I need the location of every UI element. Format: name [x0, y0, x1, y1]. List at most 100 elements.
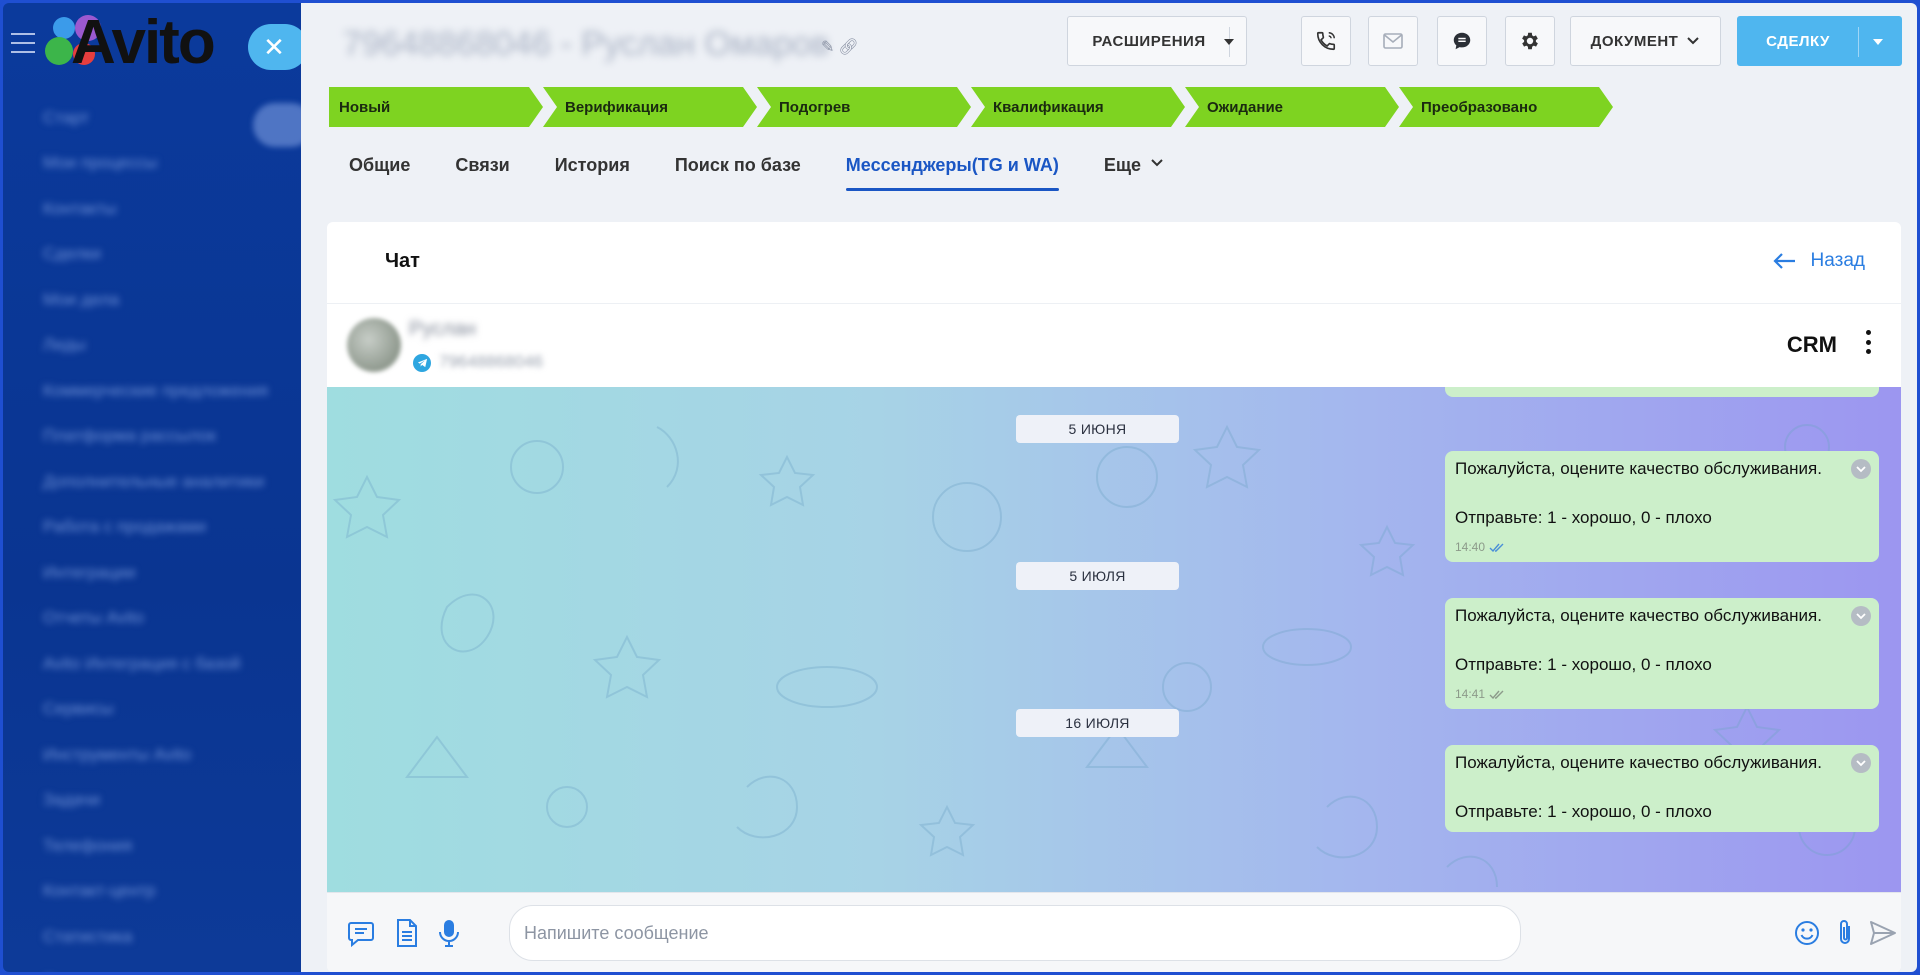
emoji-button[interactable] — [1791, 917, 1823, 949]
chevron-down-icon[interactable] — [1851, 753, 1871, 773]
message-input[interactable] — [509, 905, 1521, 961]
link-icon[interactable]: 🔗︎ — [838, 37, 858, 57]
tab-label: Еще — [1103, 155, 1142, 175]
phone-icon — [1316, 31, 1336, 51]
tab-item[interactable]: Связи — [455, 155, 509, 191]
sidebar-menu: Старт Мои процессы Контакты Сделки Мои дела Л… — [43, 95, 283, 972]
close-icon: ✕ — [263, 31, 285, 62]
chevron-down-icon[interactable] — [1851, 606, 1871, 626]
pipeline-stage[interactable]: Квалификация — [971, 87, 1185, 127]
sidebar-item[interactable]: Сделки — [43, 232, 283, 278]
mail-icon — [1383, 33, 1403, 49]
chat-panel: Чат Назад Руслан 79648868046 CRM 5 ИЮНЯ … — [327, 222, 1901, 972]
sidebar-item[interactable]: Мои дела — [43, 277, 283, 323]
sidebar-item[interactable]: Коммерческие предложения — [43, 368, 283, 414]
comment-icon — [348, 922, 374, 948]
tab-item[interactable]: Мессенджеры(TG и WA) — [845, 155, 1059, 191]
chat-header: Чат Назад — [327, 222, 1901, 304]
microphone-icon — [439, 920, 459, 947]
back-label: Назад — [1810, 250, 1865, 271]
extensions-label: РАСШИРЕНИЯ — [1092, 32, 1206, 50]
sidebar-item[interactable]: Отчеты Avito — [43, 596, 283, 642]
message-text: Пожалуйста, оцените качество обслуживани… — [1455, 606, 1822, 625]
sidebar-item[interactable]: Дополнительные аналитики — [43, 459, 283, 505]
kebab-icon[interactable] — [1865, 330, 1871, 354]
sidebar-item[interactable]: Работа с продажами — [43, 505, 283, 551]
chevron-down-icon — [1151, 159, 1163, 167]
tab-label: Связи — [455, 155, 510, 175]
template-button[interactable] — [345, 917, 377, 949]
back-button[interactable]: Назад — [1772, 250, 1865, 272]
pipeline-stage-label: Верификация — [565, 98, 668, 116]
pipeline-stage-label: Новый — [339, 98, 391, 116]
document-attach-button[interactable] — [391, 917, 423, 949]
chevron-down-icon[interactable] — [1224, 39, 1234, 45]
voice-button[interactable] — [433, 917, 465, 949]
document-icon — [397, 919, 417, 947]
pencil-icon[interactable]: ✎ — [821, 37, 834, 57]
message-bubble-partial[interactable] — [1445, 387, 1879, 397]
gear-icon — [1522, 32, 1538, 50]
pipeline-stage[interactable]: Ожидание — [1185, 87, 1399, 127]
sidebar-item[interactable]: Интеграции — [43, 550, 283, 596]
sidebar-item[interactable]: Старт — [43, 95, 283, 141]
sidebar-item[interactable]: Задачи — [43, 778, 283, 824]
contact-bar: Руслан 79648868046 CRM — [327, 304, 1901, 387]
message-time: 14:40 — [1455, 540, 1486, 554]
smile-icon — [1795, 921, 1819, 945]
date-separator: 5 ИЮЛЯ — [1016, 562, 1179, 590]
crm-label[interactable]: CRM — [1787, 332, 1837, 358]
message-meta: 14:41 — [1455, 687, 1869, 701]
sidebar-item[interactable]: Телефония — [43, 823, 283, 869]
attach-button[interactable] — [1829, 917, 1861, 949]
settings-button[interactable] — [1505, 16, 1555, 66]
sidebar-item[interactable]: Инструменты Avito — [43, 732, 283, 778]
chevron-down-icon[interactable] — [1851, 459, 1871, 479]
hamburger-icon[interactable] — [11, 33, 35, 53]
tab-item[interactable]: Общие — [349, 155, 410, 191]
sidebar-item[interactable]: Права доступа — [43, 960, 283, 973]
sidebar-item[interactable]: Контакт-центр — [43, 869, 283, 915]
tab-label: Общие — [349, 155, 411, 175]
message-bubble[interactable]: Пожалуйста, оцените качество обслуживани… — [1445, 745, 1879, 832]
date-separator: 16 ИЮЛЯ — [1016, 709, 1179, 737]
message-area[interactable]: 5 ИЮНЯ Пожалуйста, оцените качество обсл… — [327, 387, 1901, 892]
chat-button[interactable] — [1437, 16, 1487, 66]
message-meta: 14:40 — [1455, 540, 1869, 554]
title-actions: ✎ 🔗︎ — [821, 37, 859, 57]
deal-button[interactable]: СДЕЛКУ — [1737, 16, 1902, 66]
double-check-icon — [1489, 690, 1504, 699]
document-label: ДОКУМЕНТ — [1590, 32, 1679, 50]
mail-button[interactable] — [1368, 16, 1418, 66]
tab-item[interactable]: История — [555, 155, 630, 191]
pipeline-stage-label: Ожидание — [1207, 98, 1284, 116]
message-time: 14:41 — [1455, 687, 1486, 701]
message-bubble[interactable]: Пожалуйста, оцените качество обслуживани… — [1445, 451, 1879, 562]
sidebar-item[interactable]: Контакты — [43, 186, 283, 232]
sidebar-item[interactable]: Платформа рассылок — [43, 414, 283, 460]
close-sidebar-button[interactable]: ✕ — [248, 24, 308, 70]
avatar[interactable] — [347, 318, 401, 372]
sidebar-item[interactable]: Мои процессы — [43, 141, 283, 187]
pipeline-stage[interactable]: Верификация — [543, 87, 757, 127]
double-check-icon — [1489, 543, 1504, 552]
pipeline-stage[interactable]: Подогрев — [757, 87, 971, 127]
phone-button[interactable] — [1301, 16, 1351, 66]
logo-text: Avito — [71, 8, 216, 77]
pipeline-stage-label: Подогрев — [779, 98, 851, 116]
sidebar-item[interactable]: Avito Интеграция с базой — [43, 641, 283, 687]
page-title: 79648868046 - Руслан Омаров — [343, 25, 830, 63]
message-composer — [327, 892, 1901, 972]
document-button[interactable]: ДОКУМЕНТ — [1570, 16, 1721, 66]
pipeline-stage[interactable]: Новый — [329, 87, 543, 127]
message-bubble[interactable]: Пожалуйста, оцените качество обслуживани… — [1445, 598, 1879, 709]
sidebar-item[interactable]: Сервисы — [43, 687, 283, 733]
chevron-down-icon[interactable] — [1873, 39, 1883, 45]
sidebar-item[interactable]: Лиды — [43, 323, 283, 369]
sidebar-item[interactable]: Статистика — [43, 914, 283, 960]
send-button[interactable] — [1867, 917, 1899, 949]
tab-item[interactable]: Поиск по базе — [675, 155, 801, 191]
extensions-button[interactable]: РАСШИРЕНИЯ — [1067, 16, 1247, 66]
tab-item[interactable]: Еще — [1104, 155, 1163, 191]
pipeline-stage[interactable]: Преобразовано — [1399, 87, 1613, 127]
